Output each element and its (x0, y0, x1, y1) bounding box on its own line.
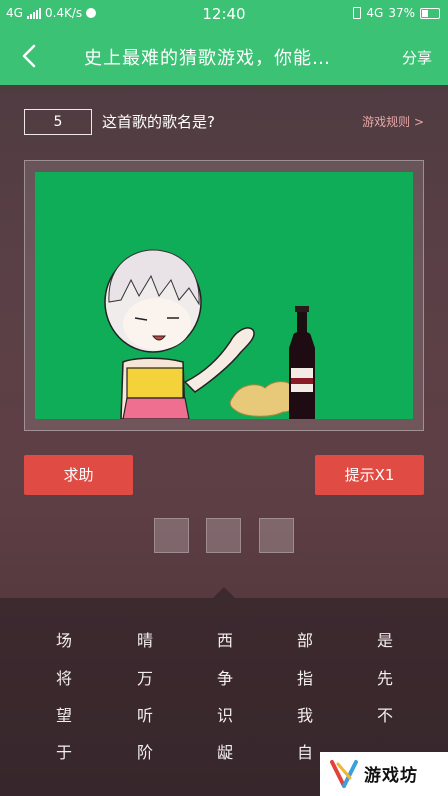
answer-slot[interactable] (259, 518, 294, 553)
help-button[interactable]: 求助 (24, 455, 133, 495)
app-bar: 史上最难的猜歌游戏，你能… 分享 (0, 28, 448, 85)
char-key[interactable]: 争 (205, 664, 245, 694)
status-bar: 4G 0.4K/s 12:40 4G 37% (0, 0, 448, 28)
status-right: 4G 37% (353, 6, 440, 20)
network-label-right: 4G (366, 6, 384, 20)
char-key[interactable]: 我 (285, 701, 325, 731)
char-key[interactable]: 阶 (125, 738, 165, 768)
share-button[interactable]: 分享 (402, 47, 432, 68)
char-key[interactable]: 场 (44, 626, 84, 656)
char-key[interactable]: 万 (125, 664, 165, 694)
game-rules-link[interactable]: 游戏规则 > (362, 113, 424, 130)
back-arrow-icon[interactable] (16, 42, 44, 70)
char-key[interactable]: 不 (365, 701, 405, 731)
page-title: 史上最难的猜歌游戏，你能… (84, 48, 331, 69)
char-key[interactable]: 于 (44, 738, 84, 768)
hint-button[interactable]: 提示X1 (315, 455, 424, 495)
char-key[interactable]: 先 (365, 664, 405, 694)
watermark-logo-icon (330, 760, 358, 788)
char-key[interactable]: 听 (125, 701, 165, 731)
char-key[interactable]: 识 (205, 701, 245, 731)
char-key[interactable]: 龊 (205, 738, 245, 768)
battery-text: 37% (388, 6, 415, 20)
char-key[interactable]: 是 (365, 626, 405, 656)
char-key[interactable]: 指 (285, 664, 325, 694)
answer-slot[interactable] (206, 518, 241, 553)
watermark: 游戏坊 (320, 752, 448, 796)
watermark-text: 游戏坊 (364, 766, 418, 786)
level-number: 5 (24, 109, 92, 135)
question-text: 这首歌的歌名是? (102, 113, 215, 131)
vibrate-icon (353, 7, 362, 19)
char-key[interactable]: 晴 (125, 626, 165, 656)
answer-slots (154, 518, 294, 553)
char-key[interactable]: 自 (285, 738, 325, 768)
char-key[interactable]: 部 (285, 626, 325, 656)
answer-slot[interactable] (154, 518, 189, 553)
puzzle-image (35, 172, 413, 419)
char-key[interactable]: 将 (44, 664, 84, 694)
question-row: 5 这首歌的歌名是? 游戏规则 > (24, 109, 424, 135)
char-key[interactable]: 西 (205, 626, 245, 656)
battery-icon (420, 7, 440, 19)
panel-pointer (213, 587, 235, 598)
cartoon-illustration (104, 249, 315, 419)
char-key[interactable]: 望 (44, 701, 84, 731)
